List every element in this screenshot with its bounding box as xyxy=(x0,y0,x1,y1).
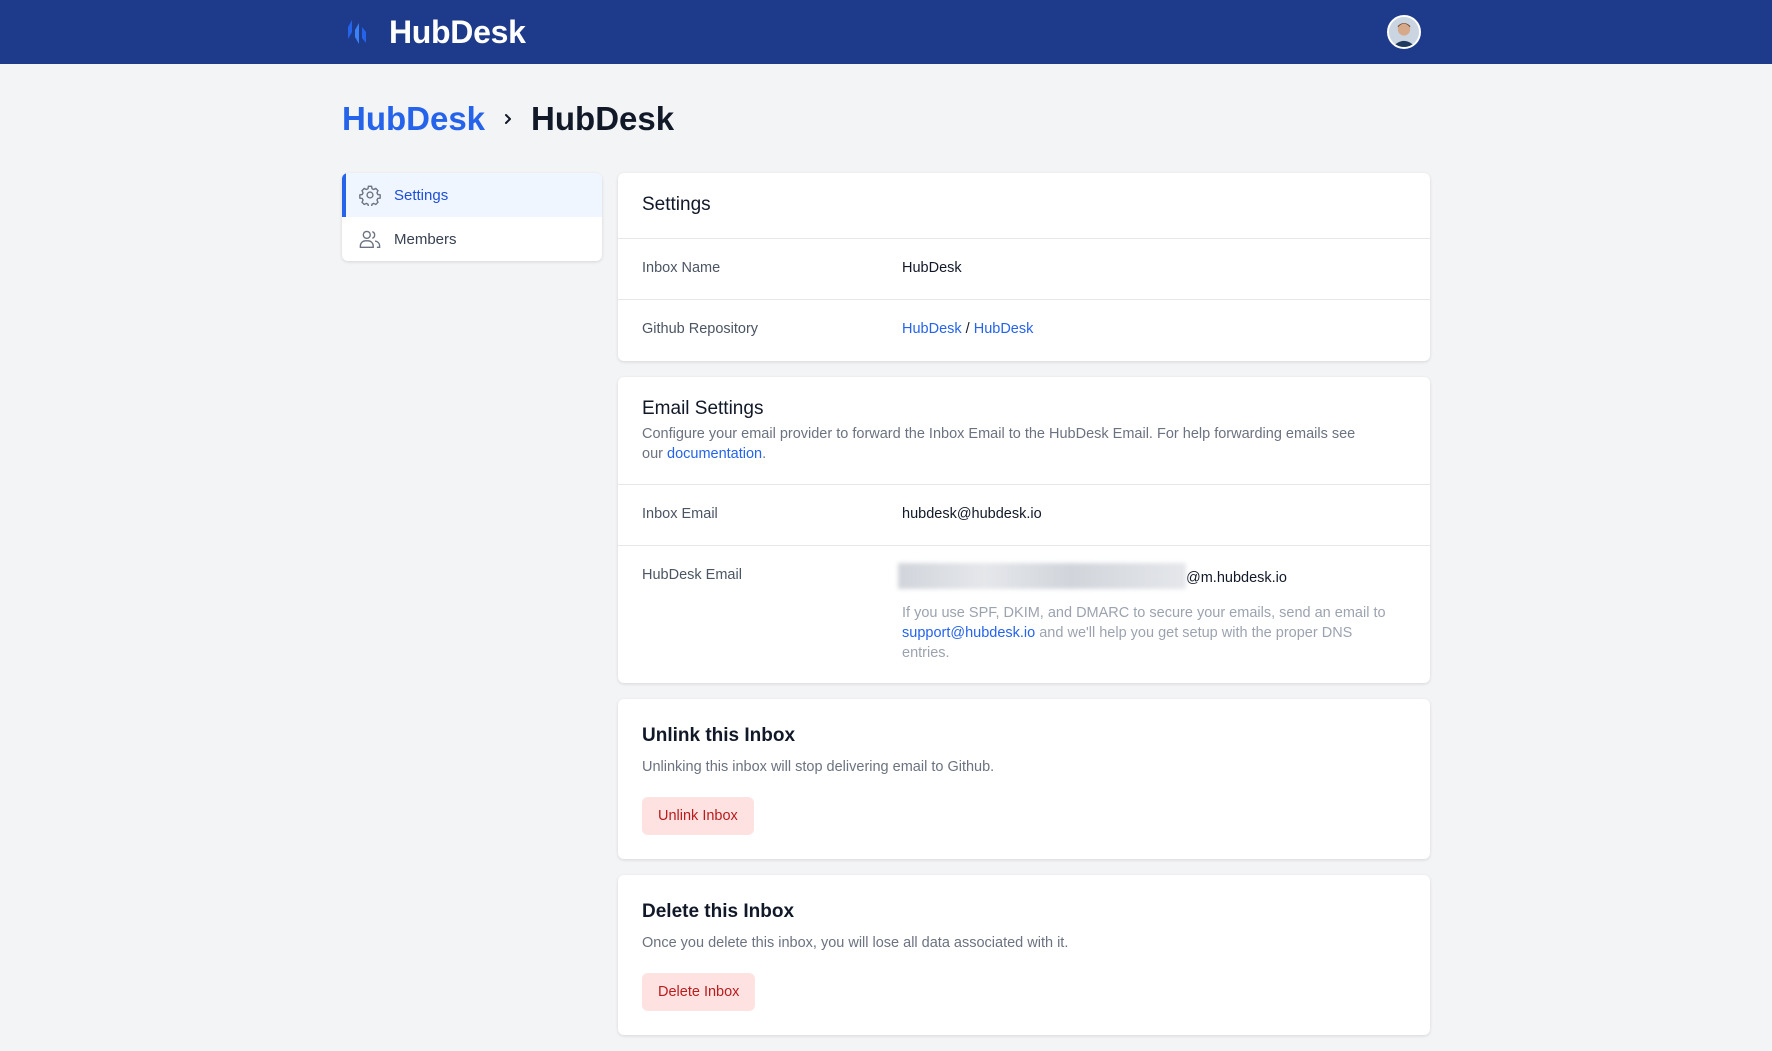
inbox-name-value: HubDesk xyxy=(902,260,962,276)
settings-main: Settings Inbox Name HubDesk Github Repos… xyxy=(618,173,1430,1051)
hubdesk-email-label: HubDesk Email xyxy=(642,567,742,583)
documentation-link[interactable]: documentation xyxy=(667,446,762,462)
redacted-email-local-part xyxy=(898,563,1186,589)
brand[interactable]: HubDesk xyxy=(343,0,526,64)
settings-sidebar: Settings Members xyxy=(342,173,602,261)
gear-icon xyxy=(359,185,381,206)
users-icon xyxy=(359,230,381,248)
settings-card: Settings Inbox Name HubDesk Github Repos… xyxy=(618,173,1430,361)
delete-inbox-title: Delete this Inbox xyxy=(642,901,795,922)
sidebar-item-settings[interactable]: Settings xyxy=(342,173,602,217)
hubdesk-logo-icon xyxy=(348,20,366,44)
brand-name: HubDesk xyxy=(389,13,526,50)
hubdesk-email-value: @m.hubdesk.io If you use SPF, DKIM, and … xyxy=(898,546,1406,683)
github-repository-label: Github Repository xyxy=(642,321,759,337)
unlink-inbox-card: Unlink this Inbox Unlinking this inbox w… xyxy=(618,699,1430,859)
unlink-inbox-description: Unlinking this inbox will stop deliverin… xyxy=(642,759,995,775)
settings-card-title: Settings xyxy=(642,194,711,215)
chevron-right-icon xyxy=(505,114,512,124)
github-repo-link[interactable]: HubDesk xyxy=(974,321,1034,337)
sidebar-item-label: Members xyxy=(394,230,457,248)
github-repository-row: Github Repository HubDesk / HubDesk xyxy=(618,300,1430,361)
email-settings-header: Email Settings Configure your email prov… xyxy=(618,377,1430,485)
settings-card-header: Settings xyxy=(618,173,1430,239)
email-settings-description: Configure your email provider to forward… xyxy=(642,426,1356,462)
unlink-inbox-button[interactable]: Unlink Inbox xyxy=(642,797,754,835)
delete-inbox-card: Delete this Inbox Once you delete this i… xyxy=(618,875,1430,1035)
sidebar-item-label: Settings xyxy=(394,186,449,204)
inbox-email-value: hubdesk@hubdesk.io xyxy=(902,506,1042,522)
unlink-inbox-body: Unlink this Inbox Unlinking this inbox w… xyxy=(618,699,1430,859)
top-navbar: HubDesk xyxy=(0,0,1772,64)
unlink-inbox-title: Unlink this Inbox xyxy=(642,725,796,746)
inbox-email-row: Inbox Email hubdesk@hubdesk.io xyxy=(618,485,1430,546)
page-title: HubDesk xyxy=(531,100,675,137)
delete-inbox-description: Once you delete this inbox, you will los… xyxy=(642,935,1069,951)
delete-inbox-body: Delete this Inbox Once you delete this i… xyxy=(618,875,1430,1035)
hubdesk-email-domain: @m.hubdesk.io xyxy=(1186,569,1287,586)
support-email-link[interactable]: support@hubdesk.io xyxy=(902,625,1035,641)
delete-inbox-button[interactable]: Delete Inbox xyxy=(642,973,756,1011)
github-repository-value: HubDesk / HubDesk xyxy=(902,300,1406,361)
breadcrumb-parent-link[interactable]: HubDesk xyxy=(342,100,485,138)
sidebar-item-members[interactable]: Members xyxy=(342,217,602,261)
email-settings-title: Email Settings xyxy=(642,398,764,419)
github-separator: / xyxy=(965,321,970,337)
email-settings-card: Email Settings Configure your email prov… xyxy=(618,377,1430,683)
hubdesk-email-address[interactable]: @m.hubdesk.io xyxy=(898,563,1406,589)
inbox-email-label: Inbox Email xyxy=(642,506,718,522)
inbox-name-row: Inbox Name HubDesk xyxy=(618,239,1430,300)
dns-help-text: If you use SPF, DKIM, and DMARC to secur… xyxy=(902,605,1386,661)
hubdesk-email-row: HubDesk Email @m.hubdesk.io If you use S… xyxy=(618,546,1430,683)
inbox-name-label: Inbox Name xyxy=(642,260,721,276)
breadcrumb: HubDesk HubDesk xyxy=(342,100,674,138)
github-owner-link[interactable]: HubDesk xyxy=(902,321,962,337)
user-avatar[interactable] xyxy=(1387,15,1421,49)
